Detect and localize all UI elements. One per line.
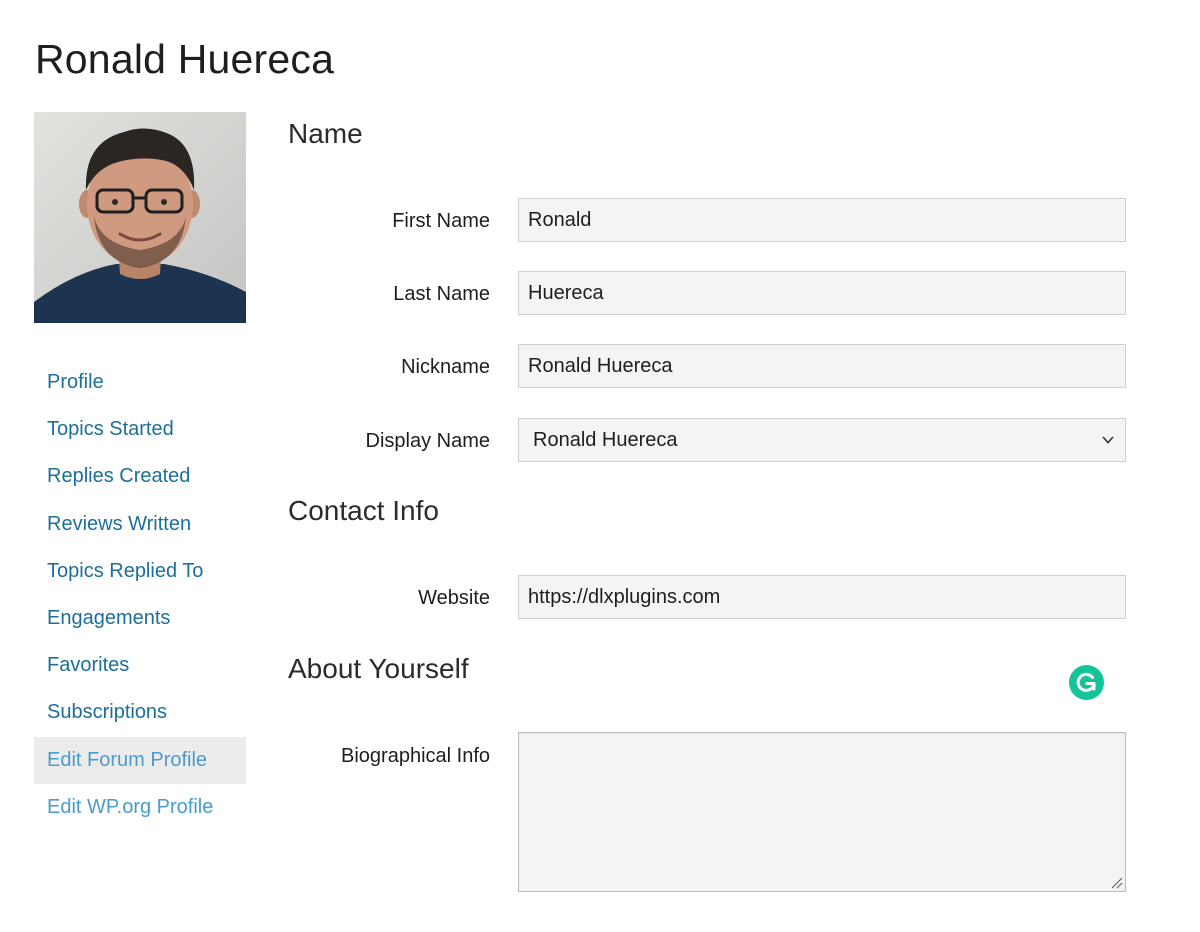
nav-item-replies-created[interactable]: Replies Created (34, 453, 246, 500)
avatar (34, 112, 246, 323)
nav-item-reviews-written[interactable]: Reviews Written (34, 501, 246, 548)
section-heading-about-yourself: About Yourself (288, 653, 469, 684)
section-heading-contact-info: Contact Info (288, 495, 439, 526)
nav-item-topics-started[interactable]: Topics Started (34, 406, 246, 453)
first-name-label: First Name (392, 210, 490, 232)
display-name-select[interactable]: Ronald Huereca (518, 418, 1126, 462)
nickname-label: Nickname (401, 356, 490, 378)
biographical-info-label: Biographical Info (341, 745, 490, 767)
grammarly-icon[interactable] (1069, 665, 1104, 700)
nav-item-engagements[interactable]: Engagements (34, 595, 246, 642)
profile-nav: Profile Topics Started Replies Created R… (34, 359, 246, 831)
biographical-info-textarea[interactable] (518, 732, 1126, 892)
nav-item-subscriptions[interactable]: Subscriptions (34, 689, 246, 736)
nickname-field[interactable] (518, 344, 1126, 388)
nav-item-edit-wporg-profile[interactable]: Edit WP.org Profile (34, 784, 246, 831)
website-field[interactable] (518, 575, 1126, 619)
first-name-field[interactable] (518, 198, 1126, 242)
chevron-down-icon (1102, 436, 1114, 444)
page-title: Ronald Huereca (35, 36, 335, 82)
nav-item-profile[interactable]: Profile (34, 359, 246, 406)
display-name-label: Display Name (365, 430, 490, 452)
display-name-selected-value: Ronald Huereca (533, 429, 678, 451)
nav-item-topics-replied-to[interactable]: Topics Replied To (34, 548, 246, 595)
resize-grip-icon[interactable] (1110, 876, 1123, 889)
last-name-field[interactable] (518, 271, 1126, 315)
section-heading-name: Name (288, 118, 363, 149)
nav-item-edit-forum-profile[interactable]: Edit Forum Profile (34, 736, 246, 784)
last-name-label: Last Name (393, 283, 490, 305)
nav-item-favorites[interactable]: Favorites (34, 642, 246, 689)
website-label: Website (418, 587, 490, 609)
